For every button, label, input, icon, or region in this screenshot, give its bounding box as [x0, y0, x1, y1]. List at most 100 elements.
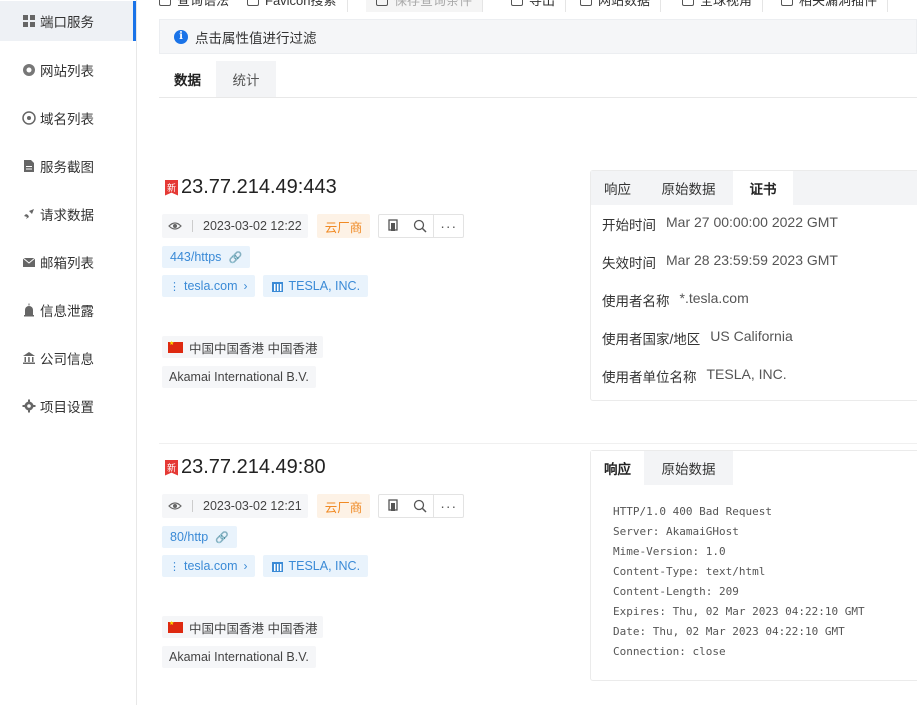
domain-label: tesla.com	[184, 279, 238, 293]
sidebar-item-emails[interactable]: 邮箱列表	[0, 242, 136, 282]
copy-icon[interactable]	[379, 215, 406, 237]
building-icon	[271, 280, 284, 293]
location-tag[interactable]: 中国中国香港 中国香港	[162, 336, 324, 358]
raw-response-text: HTTP/1.0 400 Bad Request Server: AkamaiG…	[613, 505, 865, 658]
tab-certificate[interactable]: 证书	[733, 171, 793, 205]
sidebar-item-request-data[interactable]: 请求数据	[0, 194, 136, 234]
tab-stats[interactable]: 统计	[216, 61, 276, 97]
query-syntax-button[interactable]: 查询语法	[149, 0, 241, 12]
ip-address[interactable]: 23.77.214.49:443	[181, 176, 337, 199]
tab-raw-data[interactable]: 原始数据	[644, 171, 733, 205]
tab-response[interactable]: 响应	[591, 451, 644, 485]
sidebar-item-company-info[interactable]: 公司信息	[0, 338, 136, 378]
cert-row: 使用者名称 *.tesla.com	[602, 290, 749, 310]
sidebar-item-info-leak[interactable]: 信息泄露	[0, 290, 136, 330]
location-label: 中国中国香港 中国香港	[189, 341, 318, 356]
detail-panel: 响应 原始数据 HTTP/1.0 400 Bad Request Server:…	[590, 450, 917, 681]
rocket-icon	[22, 207, 36, 221]
cert-value[interactable]: Mar 28 23:59:59 2023 GMT	[666, 252, 838, 272]
cert-row: 使用者单位名称 TESLA, INC.	[602, 366, 787, 386]
cert-row: 使用者国家/地区 US California	[602, 328, 793, 348]
bug-icon	[781, 0, 793, 6]
org-label: TESLA, INC.	[288, 559, 361, 573]
panel-tab-filler	[733, 451, 917, 485]
cert-key: 使用者名称	[602, 294, 670, 309]
cert-key: 使用者国家/地区	[602, 332, 701, 347]
cert-key: 失效时间	[602, 256, 656, 271]
cloud-vendor-tag[interactable]: 云厂商	[316, 494, 371, 518]
heart-icon	[376, 0, 388, 6]
image-icon	[247, 0, 259, 6]
cert-value[interactable]: Mar 27 00:00:00 2022 GMT	[666, 214, 838, 234]
port-label: 443/https	[170, 250, 222, 264]
record-divider	[159, 443, 917, 444]
panel-tab-filler	[793, 171, 917, 205]
org-tag[interactable]: TESLA, INC.	[262, 555, 369, 577]
search-icon[interactable]	[406, 495, 433, 517]
port-tag[interactable]: 80/http 🔗	[162, 526, 237, 548]
export-button[interactable]: 导出	[501, 0, 567, 12]
cert-value[interactable]: TESLA, INC.	[707, 366, 787, 386]
sidebar-item-websites[interactable]: 网站列表	[0, 50, 136, 90]
info-icon: i	[174, 29, 188, 44]
favicon-search-button[interactable]: Favicon搜索	[237, 0, 348, 12]
org-tag[interactable]: TESLA, INC.	[262, 275, 369, 297]
file-icon	[22, 159, 36, 173]
sidebar-item-label: 请求数据	[40, 208, 94, 223]
sidebar-item-domains[interactable]: 域名列表	[0, 98, 136, 138]
isp-tag[interactable]: Akamai International B.V.	[162, 366, 316, 388]
cloud-vendor-tag[interactable]: 云厂商	[316, 214, 371, 238]
export-icon	[511, 0, 523, 6]
detail-panel: 响应 原始数据 证书 开始时间 Mar 27 00:00:00 2022 GMT…	[590, 170, 917, 401]
arrow-icon	[580, 0, 592, 6]
copy-icon[interactable]	[379, 495, 406, 517]
sidebar-item-label: 服务截图	[40, 160, 94, 175]
view-tabs: 数据 统计	[159, 61, 917, 98]
domain-tag[interactable]: ⋮ tesla.com ›	[162, 555, 255, 577]
drag-icon: ⋮	[169, 560, 180, 573]
tab-raw-data[interactable]: 原始数据	[644, 451, 733, 485]
meta-row: 2023-03-02 12:21 云厂商 ···	[162, 494, 465, 518]
chevron-right-icon: ›	[243, 279, 248, 293]
separator	[192, 500, 193, 512]
sidebar-item-label: 信息泄露	[40, 304, 94, 319]
sidebar-item-label: 域名列表	[40, 112, 94, 127]
grid-icon	[22, 14, 36, 28]
search-icon[interactable]	[406, 215, 433, 237]
related-vuln-plugins-button[interactable]: 相关漏洞插件	[771, 0, 889, 12]
doc-icon	[159, 0, 171, 6]
ip-address[interactable]: 23.77.214.49:80	[181, 456, 326, 479]
org-label: TESLA, INC.	[288, 279, 361, 293]
isp-tag[interactable]: Akamai International B.V.	[162, 646, 316, 668]
new-flag-icon: 新	[165, 459, 178, 476]
more-icon[interactable]: ···	[433, 495, 463, 517]
save-query-button[interactable]: 保存查询条件	[366, 0, 484, 12]
mail-icon	[22, 255, 36, 269]
sidebar-item-label: 端口服务	[40, 15, 94, 30]
sidebar-item-label: 公司信息	[40, 352, 94, 367]
global-view-button[interactable]: 全球视角	[672, 0, 764, 12]
sidebar-item-port-services[interactable]: 端口服务	[0, 1, 136, 41]
cert-value[interactable]: *.tesla.com	[680, 290, 749, 310]
eye-icon[interactable]	[168, 499, 182, 513]
cert-key: 使用者单位名称	[602, 370, 697, 385]
location-tag[interactable]: 中国中国香港 中国香港	[162, 616, 324, 638]
sidebar-item-screenshots[interactable]: 服务截图	[0, 146, 136, 186]
sidebar-item-project-settings[interactable]: 项目设置	[0, 386, 136, 426]
port-tag[interactable]: 443/https 🔗	[162, 246, 251, 268]
more-icon[interactable]: ···	[433, 215, 463, 237]
cert-value[interactable]: US California	[710, 328, 792, 348]
tab-response[interactable]: 响应	[591, 171, 644, 205]
website-data-button[interactable]: 网站数据	[570, 0, 662, 12]
filter-hint-text: 点击属性值进行过滤	[195, 30, 317, 46]
sidebar: 端口服务 网站列表 域名列表 服务截图 请求数据 邮箱列表 信息泄露 公司信息 …	[0, 0, 137, 705]
action-group: ···	[378, 214, 465, 238]
ip-row: 新 23.77.214.49:443	[165, 176, 337, 199]
scan-date: 2023-03-02 12:21	[203, 499, 302, 513]
location-label: 中国中国香港 中国香港	[189, 621, 318, 636]
eye-icon[interactable]	[168, 219, 182, 233]
domain-tag[interactable]: ⋮ tesla.com ›	[162, 275, 255, 297]
meta-box: 2023-03-02 12:21	[162, 494, 308, 518]
globe-icon	[22, 63, 36, 77]
tab-data[interactable]: 数据	[159, 61, 216, 97]
